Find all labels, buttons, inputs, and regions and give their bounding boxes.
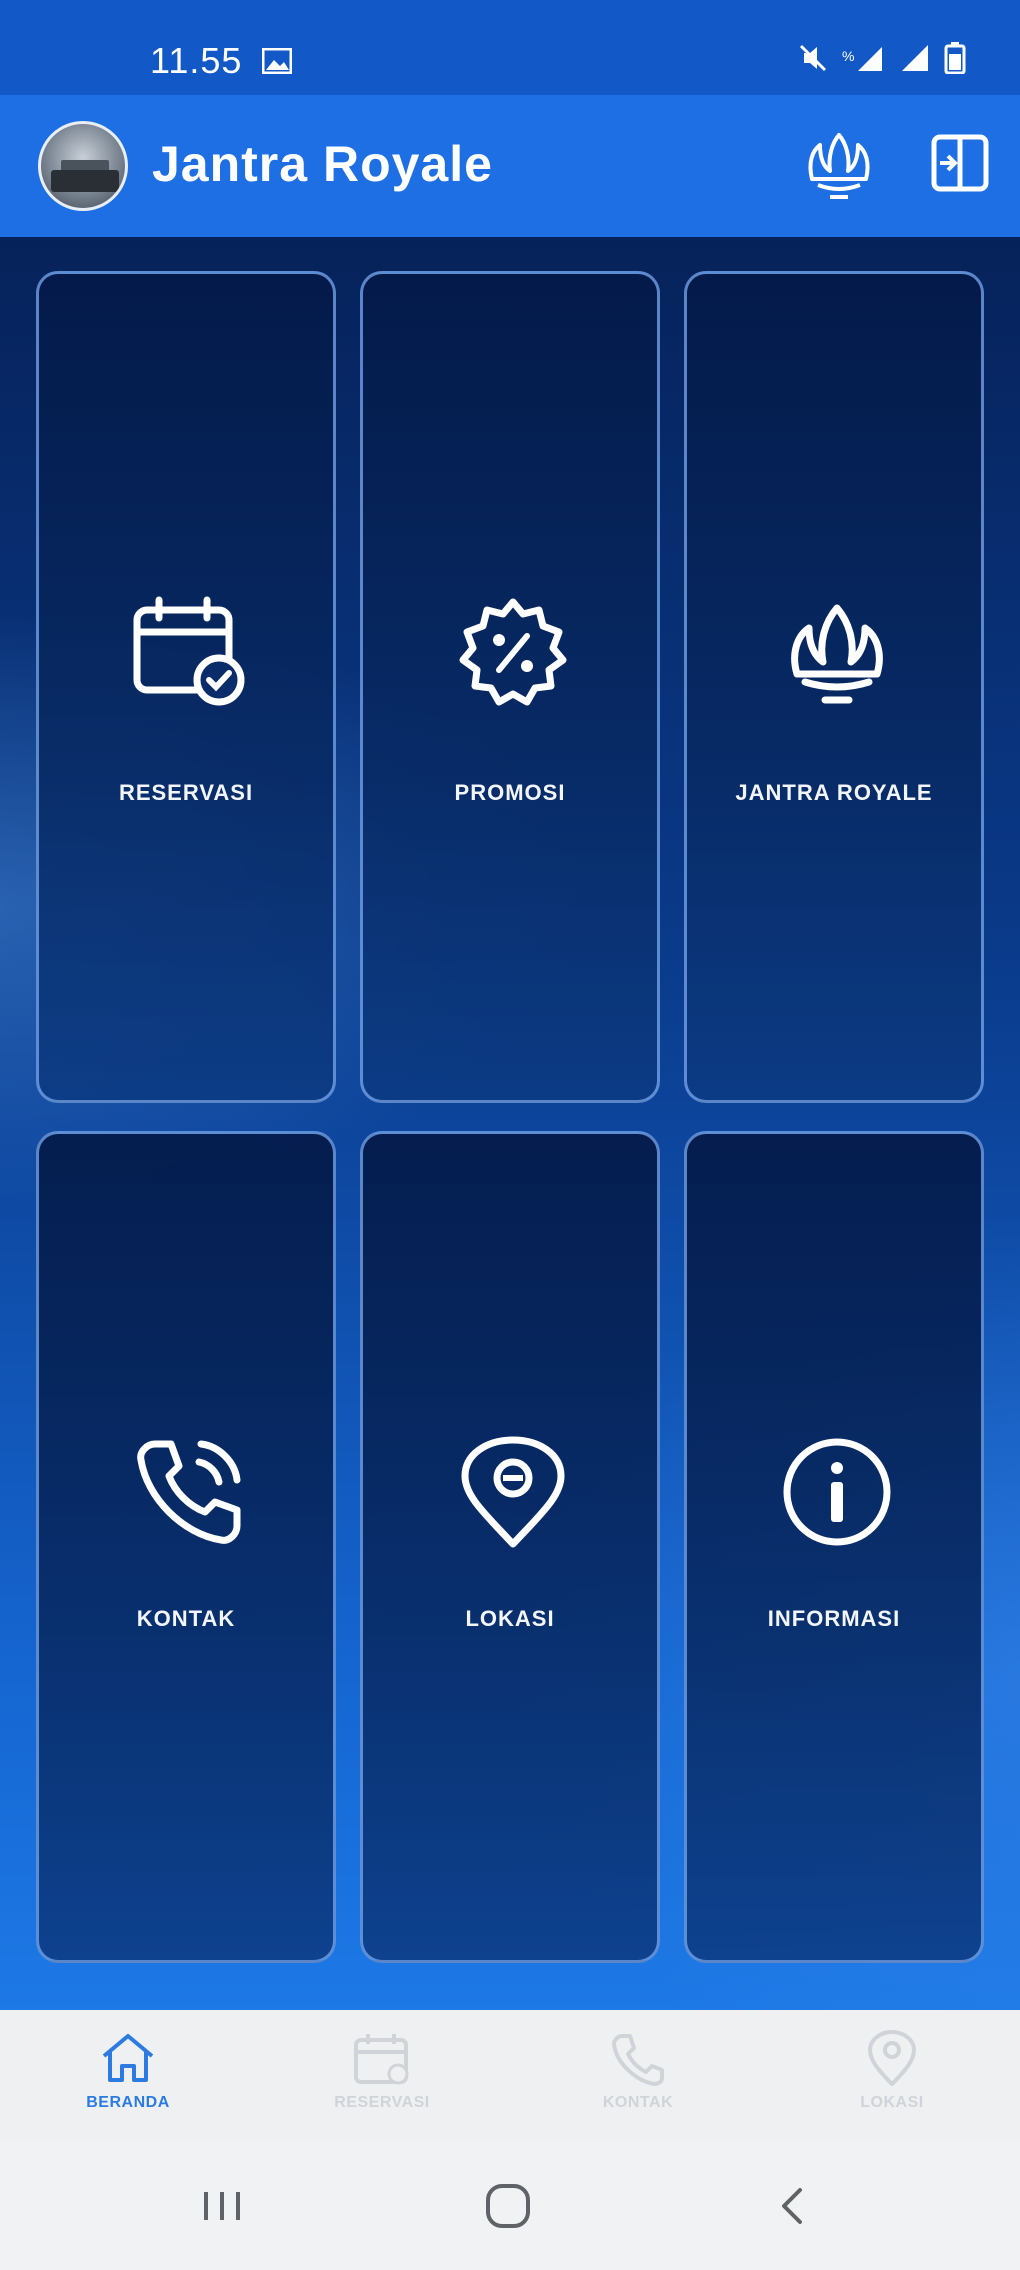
- nav-label: BERANDA: [86, 2094, 170, 2111]
- tile-label: PROMOSI: [454, 780, 566, 805]
- tile-kontak[interactable]: KONTAK: [36, 1131, 336, 1963]
- phone-icon: [137, 1440, 241, 1544]
- back-button[interactable]: [764, 2176, 824, 2236]
- tile-informasi[interactable]: INFORMASI: [684, 1131, 984, 1963]
- home-icon: [102, 2034, 154, 2082]
- battery-icon: [944, 42, 966, 79]
- calendar-check-icon: [133, 596, 245, 706]
- mute-icon: [798, 43, 828, 78]
- status-bar: 11.55 %: [0, 0, 1020, 95]
- tile-label: JANTRA ROYALE: [735, 780, 933, 805]
- location-pin-icon: [461, 1436, 565, 1548]
- status-icons: %: [798, 42, 966, 79]
- exit-button[interactable]: [928, 131, 992, 195]
- exit-icon: [931, 134, 989, 192]
- tile-lokasi[interactable]: LOKASI: [360, 1131, 660, 1963]
- menu-grid: RESERVASI PROMOSI JANTRA ROYALE KONTAK L…: [36, 271, 986, 1963]
- nav-item-beranda[interactable]: BERANDA: [48, 2030, 208, 2130]
- phone-icon: [612, 2034, 664, 2086]
- crown-icon: [808, 133, 870, 199]
- discount-badge-icon: [459, 598, 567, 706]
- signal-icon: [900, 43, 930, 78]
- bottom-nav: BERANDA RESERVASI KONTAK LOKASI: [0, 2010, 1020, 2140]
- image-icon: [261, 47, 293, 79]
- nav-item-lokasi[interactable]: LOKASI: [812, 2030, 972, 2130]
- back-icon: [782, 2188, 802, 2224]
- nav-label: RESERVASI: [334, 2094, 430, 2111]
- tile-label: INFORMASI: [767, 1606, 901, 1631]
- svg-text:%: %: [842, 48, 854, 64]
- tile-jantra-royale[interactable]: JANTRA ROYALE: [684, 271, 984, 1103]
- tile-label: RESERVASI: [118, 780, 254, 805]
- tile-reservasi[interactable]: RESERVASI: [36, 271, 336, 1103]
- tile-label: KONTAK: [136, 1606, 236, 1631]
- avatar[interactable]: [38, 121, 128, 211]
- recents-icon: [204, 2192, 240, 2220]
- nav-label: KONTAK: [602, 2094, 674, 2111]
- home-button[interactable]: [478, 2176, 538, 2236]
- nav-item-kontak[interactable]: KONTAK: [558, 2030, 718, 2130]
- tile-promosi[interactable]: PROMOSI: [360, 271, 660, 1103]
- volte-signal-icon: %: [842, 43, 886, 78]
- home-circle-icon: [486, 2184, 530, 2228]
- location-icon: [867, 2030, 917, 2086]
- info-icon: [783, 1438, 891, 1546]
- calendar-icon: [354, 2034, 409, 2085]
- app-title: Jantra Royale: [152, 136, 493, 192]
- nav-label: LOKASI: [860, 2094, 924, 2111]
- crown-icon: [791, 604, 883, 704]
- crown-button[interactable]: [798, 123, 880, 205]
- main-content: RESERVASI PROMOSI JANTRA ROYALE KONTAK L…: [0, 237, 1020, 2010]
- tile-label: LOKASI: [465, 1606, 555, 1631]
- status-time: 11.55: [150, 40, 243, 81]
- nav-item-reservasi[interactable]: RESERVASI: [302, 2030, 462, 2130]
- app-bar: Jantra Royale: [0, 95, 1020, 237]
- system-nav-bar: [0, 2140, 1020, 2270]
- recents-button[interactable]: [192, 2176, 252, 2236]
